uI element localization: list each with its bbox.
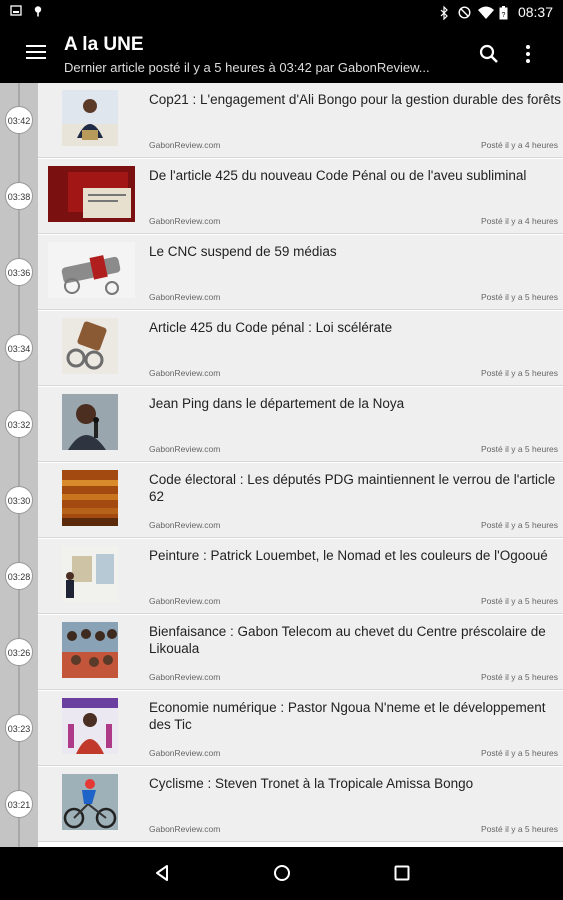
article-thumbnail	[62, 318, 118, 374]
battery-icon: ?	[498, 6, 510, 20]
article-row[interactable]: Jean Ping dans le département de la Noya…	[38, 387, 563, 462]
search-icon[interactable]	[478, 43, 500, 65]
article-title: Jean Ping dans le département de la Noya	[149, 396, 405, 411]
app-bar: A la UNE Dernier article posté il y a 5 …	[0, 25, 563, 83]
more-options-icon[interactable]	[518, 43, 538, 65]
page-subtitle: Dernier article posté il y a 5 heures à …	[64, 60, 430, 75]
article-thumbnail	[48, 166, 135, 222]
article-thumbnail	[62, 622, 118, 678]
article-posted-time: Posté il y a 5 heures	[480, 368, 558, 378]
article-source: GabonReview.com	[149, 368, 221, 378]
article-posted-time: Posté il y a 5 heures	[480, 292, 558, 302]
article-thumbnail	[62, 774, 118, 830]
article-posted-time: Posté il y a 4 heures	[480, 216, 558, 226]
status-right-icons: ? 08:37	[438, 4, 553, 21]
article-list[interactable]: Cop21 : L'engagement d'Ali Bongo pour la…	[0, 83, 563, 847]
article-source: GabonReview.com	[149, 520, 221, 530]
article-title: Cyclisme : Steven Tronet à la Tropicale …	[149, 776, 474, 791]
article-title: Bienfaisance : Gabon Telecom au chevet d…	[149, 624, 546, 656]
article-source: GabonReview.com	[149, 824, 221, 834]
article-row[interactable]: Article 425 du Code pénal : Loi scélérat…	[38, 311, 563, 386]
location-icon	[32, 5, 44, 17]
time-badge: 03:23	[5, 714, 33, 742]
article-source: GabonReview.com	[149, 596, 221, 606]
status-time: 08:37	[517, 4, 553, 20]
article-row[interactable]: Cyclisme : Steven Tronet à la Tropicale …	[38, 767, 563, 842]
article-row[interactable]: Cop21 : L'engagement d'Ali Bongo pour la…	[38, 83, 563, 158]
time-badge: 03:32	[5, 410, 33, 438]
time-badge: 03:36	[5, 258, 33, 286]
article-thumbnail	[62, 698, 118, 754]
time-badge: 03:42	[5, 106, 33, 134]
navigation-bar	[0, 847, 563, 900]
article-thumbnail	[62, 470, 118, 526]
article-posted-time: Posté il y a 5 heures	[480, 520, 558, 530]
article-title: Article 425 du Code pénal : Loi scélérat…	[149, 320, 393, 335]
article-posted-time: Posté il y a 4 heures	[480, 140, 558, 150]
article-source: GabonReview.com	[149, 748, 221, 758]
do-not-disturb-icon	[458, 6, 471, 19]
article-thumbnail	[62, 546, 118, 602]
article-row[interactable]: Bienfaisance : Gabon Telecom au chevet d…	[38, 615, 563, 690]
article-title: Cop21 : L'engagement d'Ali Bongo pour la…	[149, 92, 561, 107]
article-posted-time: Posté il y a 5 heures	[480, 748, 558, 758]
article-posted-time: Posté il y a 5 heures	[480, 444, 558, 454]
article-row[interactable]: Economie numérique : Pastor Ngoua N'neme…	[38, 691, 563, 766]
article-row[interactable]: De l'article 425 du nouveau Code Pénal o…	[38, 159, 563, 234]
time-badge: 03:26	[5, 638, 33, 666]
article-title: Code électoral : Les députés PDG maintie…	[149, 472, 556, 504]
menu-icon[interactable]	[26, 45, 46, 61]
article-posted-time: Posté il y a 5 heures	[480, 672, 558, 682]
article-row[interactable]: Le CNC suspend de 59 médias GabonReview.…	[38, 235, 563, 310]
article-row[interactable]: Code électoral : Les députés PDG maintie…	[38, 463, 563, 538]
time-badge: 03:38	[5, 182, 33, 210]
article-source: GabonReview.com	[149, 140, 221, 150]
article-posted-time: Posté il y a 5 heures	[480, 596, 558, 606]
time-badge: 03:21	[5, 790, 33, 818]
time-badge: 03:34	[5, 334, 33, 362]
notification-icon	[10, 5, 22, 17]
bluetooth-icon	[438, 5, 450, 21]
article-title: Economie numérique : Pastor Ngoua N'neme…	[149, 700, 546, 732]
article-source: GabonReview.com	[149, 216, 221, 226]
recent-apps-icon[interactable]	[393, 864, 411, 887]
article-source: GabonReview.com	[149, 292, 221, 302]
article-thumbnail	[62, 394, 118, 450]
article-posted-time: Posté il y a 5 heures	[480, 824, 558, 834]
status-bar: ? 08:37	[0, 0, 563, 25]
time-badge: 03:28	[5, 562, 33, 590]
svg-text:?: ?	[502, 12, 506, 19]
article-thumbnail	[62, 90, 118, 146]
status-left-icons	[10, 5, 44, 17]
back-icon[interactable]	[153, 864, 171, 887]
home-icon[interactable]	[273, 864, 291, 887]
time-badge: 03:30	[5, 486, 33, 514]
article-title: Le CNC suspend de 59 médias	[149, 244, 337, 259]
article-row[interactable]: Peinture : Patrick Louembet, le Nomad et…	[38, 539, 563, 614]
article-title: Peinture : Patrick Louembet, le Nomad et…	[149, 548, 548, 563]
article-source: GabonReview.com	[149, 672, 221, 682]
article-thumbnail	[48, 242, 135, 298]
article-title: De l'article 425 du nouveau Code Pénal o…	[149, 168, 527, 183]
article-source: GabonReview.com	[149, 444, 221, 454]
page-title: A la UNE	[64, 34, 144, 55]
wifi-icon	[477, 6, 494, 19]
